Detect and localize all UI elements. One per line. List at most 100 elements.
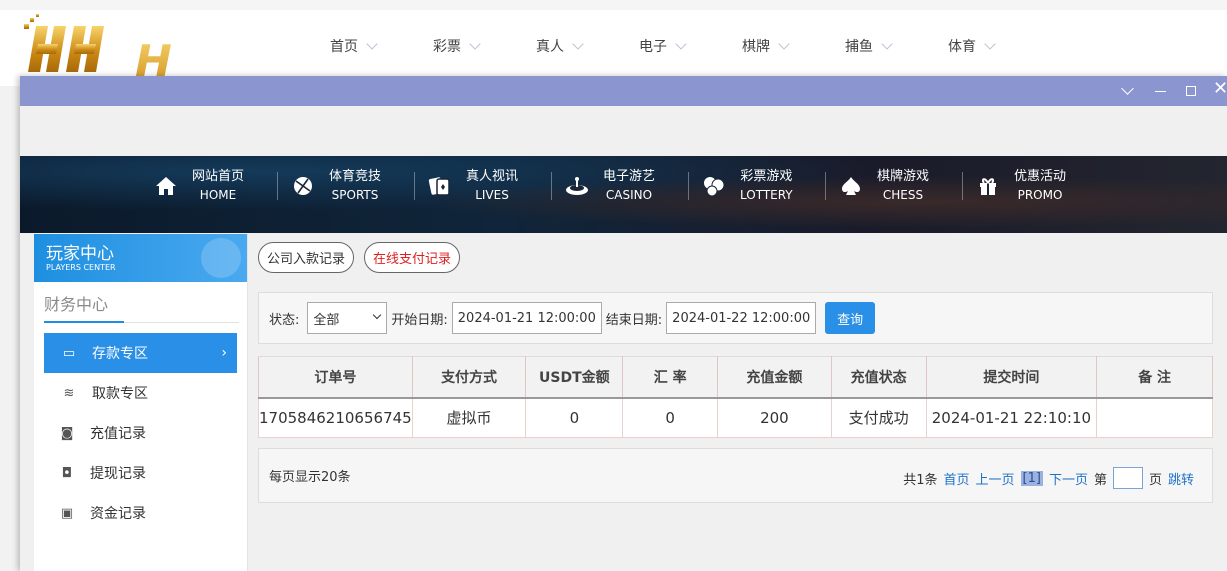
page-number-input[interactable] xyxy=(1112,467,1143,489)
total-count: 共1条 xyxy=(903,472,938,488)
status-select-value: 全部 xyxy=(313,312,340,328)
logo-mark-icon xyxy=(24,14,104,72)
goto-suffix: 页 xyxy=(1148,472,1162,488)
chevron-down-icon xyxy=(469,38,481,50)
record-tabs: 公司入款记录 在线支付记录 xyxy=(258,242,461,273)
remark-cell xyxy=(1096,397,1213,438)
nav-item-fishing[interactable]: 捕鱼 xyxy=(845,36,948,56)
recharge-status-cell: 支付成功 xyxy=(830,397,927,438)
ball-icon xyxy=(291,174,315,198)
tab-online-payment-records[interactable]: 在线支付记录 xyxy=(364,242,461,273)
banner-item-home[interactable]: 网站首页 HOME xyxy=(148,168,285,204)
banner-item-cn: 体育竞技 xyxy=(329,169,382,184)
window-titlebar[interactable]: ✕ xyxy=(20,76,1227,106)
sidebar-item-label: 存款专区 xyxy=(92,346,148,362)
banner-item-en: LOTTERY xyxy=(740,188,793,202)
bag-icon: ◙ xyxy=(60,425,74,441)
banner-item-en: CHESS xyxy=(882,188,924,202)
banner-item-lottery[interactable]: 彩票游戏 LOTTERY xyxy=(688,168,833,204)
section-underline xyxy=(44,321,124,323)
column-header: 汇 率 xyxy=(622,356,719,398)
start-date-label: 开始日期: xyxy=(391,312,448,328)
banner-item-en: HOME xyxy=(199,188,237,202)
banner-item-promo[interactable]: 优惠活动 PROMO xyxy=(962,168,1107,204)
divider xyxy=(247,234,248,571)
sidebar-item-label: 提现记录 xyxy=(90,466,146,482)
per-page-text: 每页显示20条 xyxy=(269,470,351,485)
records-table: 订单号 支付方式 USDT金额 汇 率 充值金额 充值状态 提交时间 备 注 1… xyxy=(258,356,1213,438)
tab-company-deposit-records[interactable]: 公司入款记录 xyxy=(258,242,355,273)
player-center-header: 玩家中心 PLAYERS CENTER xyxy=(34,234,247,282)
start-date-input[interactable]: 2024-01-21 12:00:00 xyxy=(451,302,602,334)
nav-label: 体育 xyxy=(948,39,976,55)
chevron-down-icon[interactable] xyxy=(1121,82,1134,95)
query-button[interactable]: 查询 xyxy=(825,302,876,334)
spade-icon xyxy=(839,174,863,198)
column-header: 提交时间 xyxy=(925,356,1098,398)
chevron-down-icon xyxy=(984,38,996,50)
player-center-subtitle: PLAYERS CENTER xyxy=(46,263,116,272)
banner-item-sports[interactable]: 体育竞技 SPORTS xyxy=(277,168,422,204)
next-page-link[interactable]: 下一页 xyxy=(1049,469,1088,488)
sidebar-item-label: 资金记录 xyxy=(90,506,146,522)
column-header: 充值状态 xyxy=(830,356,927,398)
column-header: 充值金额 xyxy=(717,356,832,398)
nav-label: 棋牌 xyxy=(742,39,770,55)
banner-item-cn: 优惠活动 xyxy=(1014,169,1067,184)
sidebar-item-withdraw[interactable]: ≋ 取款专区 xyxy=(44,373,237,413)
chevron-down-icon xyxy=(366,38,378,50)
current-page[interactable]: [1] xyxy=(1020,470,1043,486)
chevron-down-icon xyxy=(572,38,584,50)
first-page-link[interactable]: 首页 xyxy=(943,469,969,488)
pagination-controls: 共1条 首页 上一页 [1] 下一页 第 页 跳转 xyxy=(903,467,1194,489)
sidebar-item-deposit[interactable]: ▭ 存款专区 › xyxy=(44,333,237,373)
banner-item-casino[interactable]: 电子游艺 CASINO xyxy=(551,168,696,204)
close-icon[interactable]: ✕ xyxy=(1213,80,1227,98)
status-label: 状态: xyxy=(269,312,300,328)
banner-item-lives[interactable]: 真人视讯 LIVES xyxy=(414,168,559,204)
banner-item-cn: 棋牌游戏 xyxy=(877,169,930,184)
jump-button[interactable]: 跳转 xyxy=(1168,469,1194,488)
header-top-strip xyxy=(0,0,1227,10)
banner-nav: 网站首页 HOME 体育竞技 SPORTS 真人视讯 LIVES 电子游艺 CASINO… xyxy=(148,168,1107,204)
cash-icon: ≋ xyxy=(63,385,75,401)
gift-icon xyxy=(976,174,1000,198)
sidebar-item-recharge-records[interactable]: ◙ 充值记录 xyxy=(34,413,227,453)
end-date-input[interactable]: 2024-01-22 12:00:00 xyxy=(666,302,817,334)
banner-item-en: PROMO xyxy=(1017,188,1063,202)
card-icon: ▭ xyxy=(62,345,76,361)
nav-item-lottery[interactable]: 彩票 xyxy=(433,36,536,56)
exchange-rate-cell: 0 xyxy=(622,397,719,438)
nav-item-home[interactable]: 首页 xyxy=(330,36,433,56)
goto-prefix: 第 xyxy=(1093,472,1107,488)
sidebar-item-fund-records[interactable]: ▣ 资金记录 xyxy=(34,493,227,533)
submit-time-cell: 2024-01-21 22:10:10 xyxy=(925,397,1098,438)
nav-item-electronic[interactable]: 电子 xyxy=(639,36,742,56)
gamepad-icon xyxy=(201,238,241,278)
nav-item-sports[interactable]: 体育 xyxy=(948,36,1051,56)
player-center-title: 玩家中心 xyxy=(46,244,114,264)
banner-item-chess[interactable]: 棋牌游戏 CHESS xyxy=(825,168,970,204)
order-number-cell: 1705846210656745 xyxy=(258,397,413,438)
nav-item-chess[interactable]: 棋牌 xyxy=(742,36,845,56)
sidebar-item-withdraw-records[interactable]: ◘ 提现记录 xyxy=(34,453,227,493)
prev-page-link[interactable]: 上一页 xyxy=(976,469,1015,488)
nav-item-live[interactable]: 真人 xyxy=(536,36,639,56)
banner-item-cn: 真人视讯 xyxy=(466,169,519,184)
status-select[interactable]: 全部 xyxy=(307,302,388,334)
column-header: USDT金额 xyxy=(525,356,624,398)
wallet-icon: ◘ xyxy=(61,465,73,481)
site-logo[interactable]: H GAME xyxy=(22,14,287,138)
column-header: 支付方式 xyxy=(411,356,527,398)
table-header-row: 订单号 支付方式 USDT金额 汇 率 充值金额 充值状态 提交时间 备 注 xyxy=(258,356,1213,398)
table-row: 1705846210656745 虚拟币 0 0 200 支付成功 2024-0… xyxy=(258,397,1213,438)
minimize-icon[interactable] xyxy=(1155,91,1166,92)
maximize-icon[interactable] xyxy=(1186,86,1196,96)
chevron-down-icon xyxy=(881,38,893,50)
money-icon: ▣ xyxy=(60,505,74,521)
nav-label: 真人 xyxy=(536,39,564,55)
site-nav: 首页 彩票 真人 电子 棋牌 捕鱼 体育 xyxy=(330,36,1051,56)
finance-center-title: 财务中心 xyxy=(44,295,109,314)
banner-item-en: LIVES xyxy=(475,188,509,202)
end-date-label: 结束日期: xyxy=(605,312,663,328)
